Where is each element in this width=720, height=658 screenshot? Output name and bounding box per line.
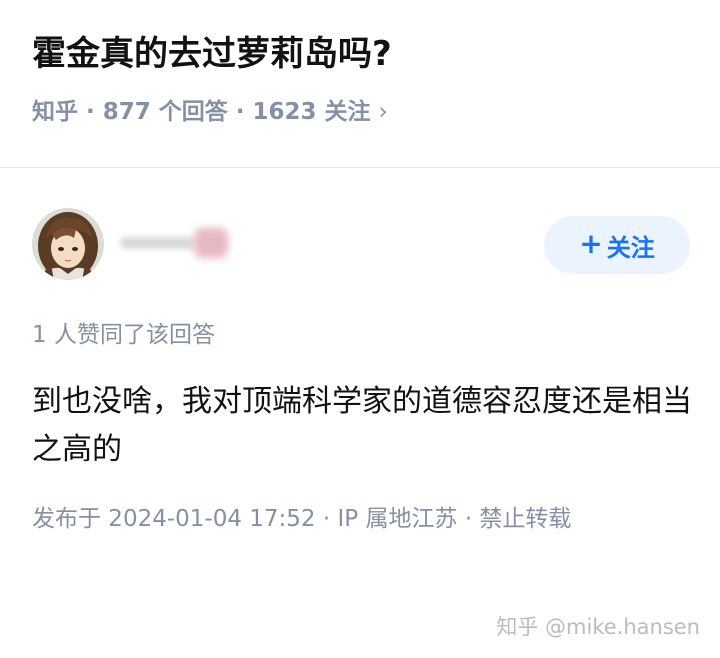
follow-button[interactable]: + 关注 [544, 216, 690, 274]
chevron-right-icon: › [378, 99, 388, 125]
header-divider [0, 167, 720, 168]
follow-button-label: 关注 [606, 233, 655, 262]
answer-publish-info: 发布于 2024-01-04 17:52 · IP 属地江苏 · 禁止转载 [32, 506, 572, 532]
avatar[interactable] [32, 208, 104, 280]
watermark: 知乎 @mike.hansen [496, 615, 700, 639]
answer-content: 到也没啥，我对顶端科学家的道德容忍度还是相当之高的 [32, 384, 692, 467]
plus-icon: + [579, 227, 603, 260]
question-meta-text: 知乎 · 877 个回答 · 1623 关注 [32, 99, 371, 125]
question-header: 霍金真的去过萝莉岛吗? 知乎 · 877 个回答 · 1623 关注 › [0, 0, 720, 168]
question-title[interactable]: 霍金真的去过萝莉岛吗? [32, 30, 392, 78]
question-meta[interactable]: 知乎 · 877 个回答 · 1623 关注 › [32, 94, 388, 130]
avatar-image [32, 208, 104, 280]
likes-count[interactable]: 1 人赞同了该回答 [32, 318, 215, 352]
author-name-blurred[interactable] [118, 224, 236, 262]
